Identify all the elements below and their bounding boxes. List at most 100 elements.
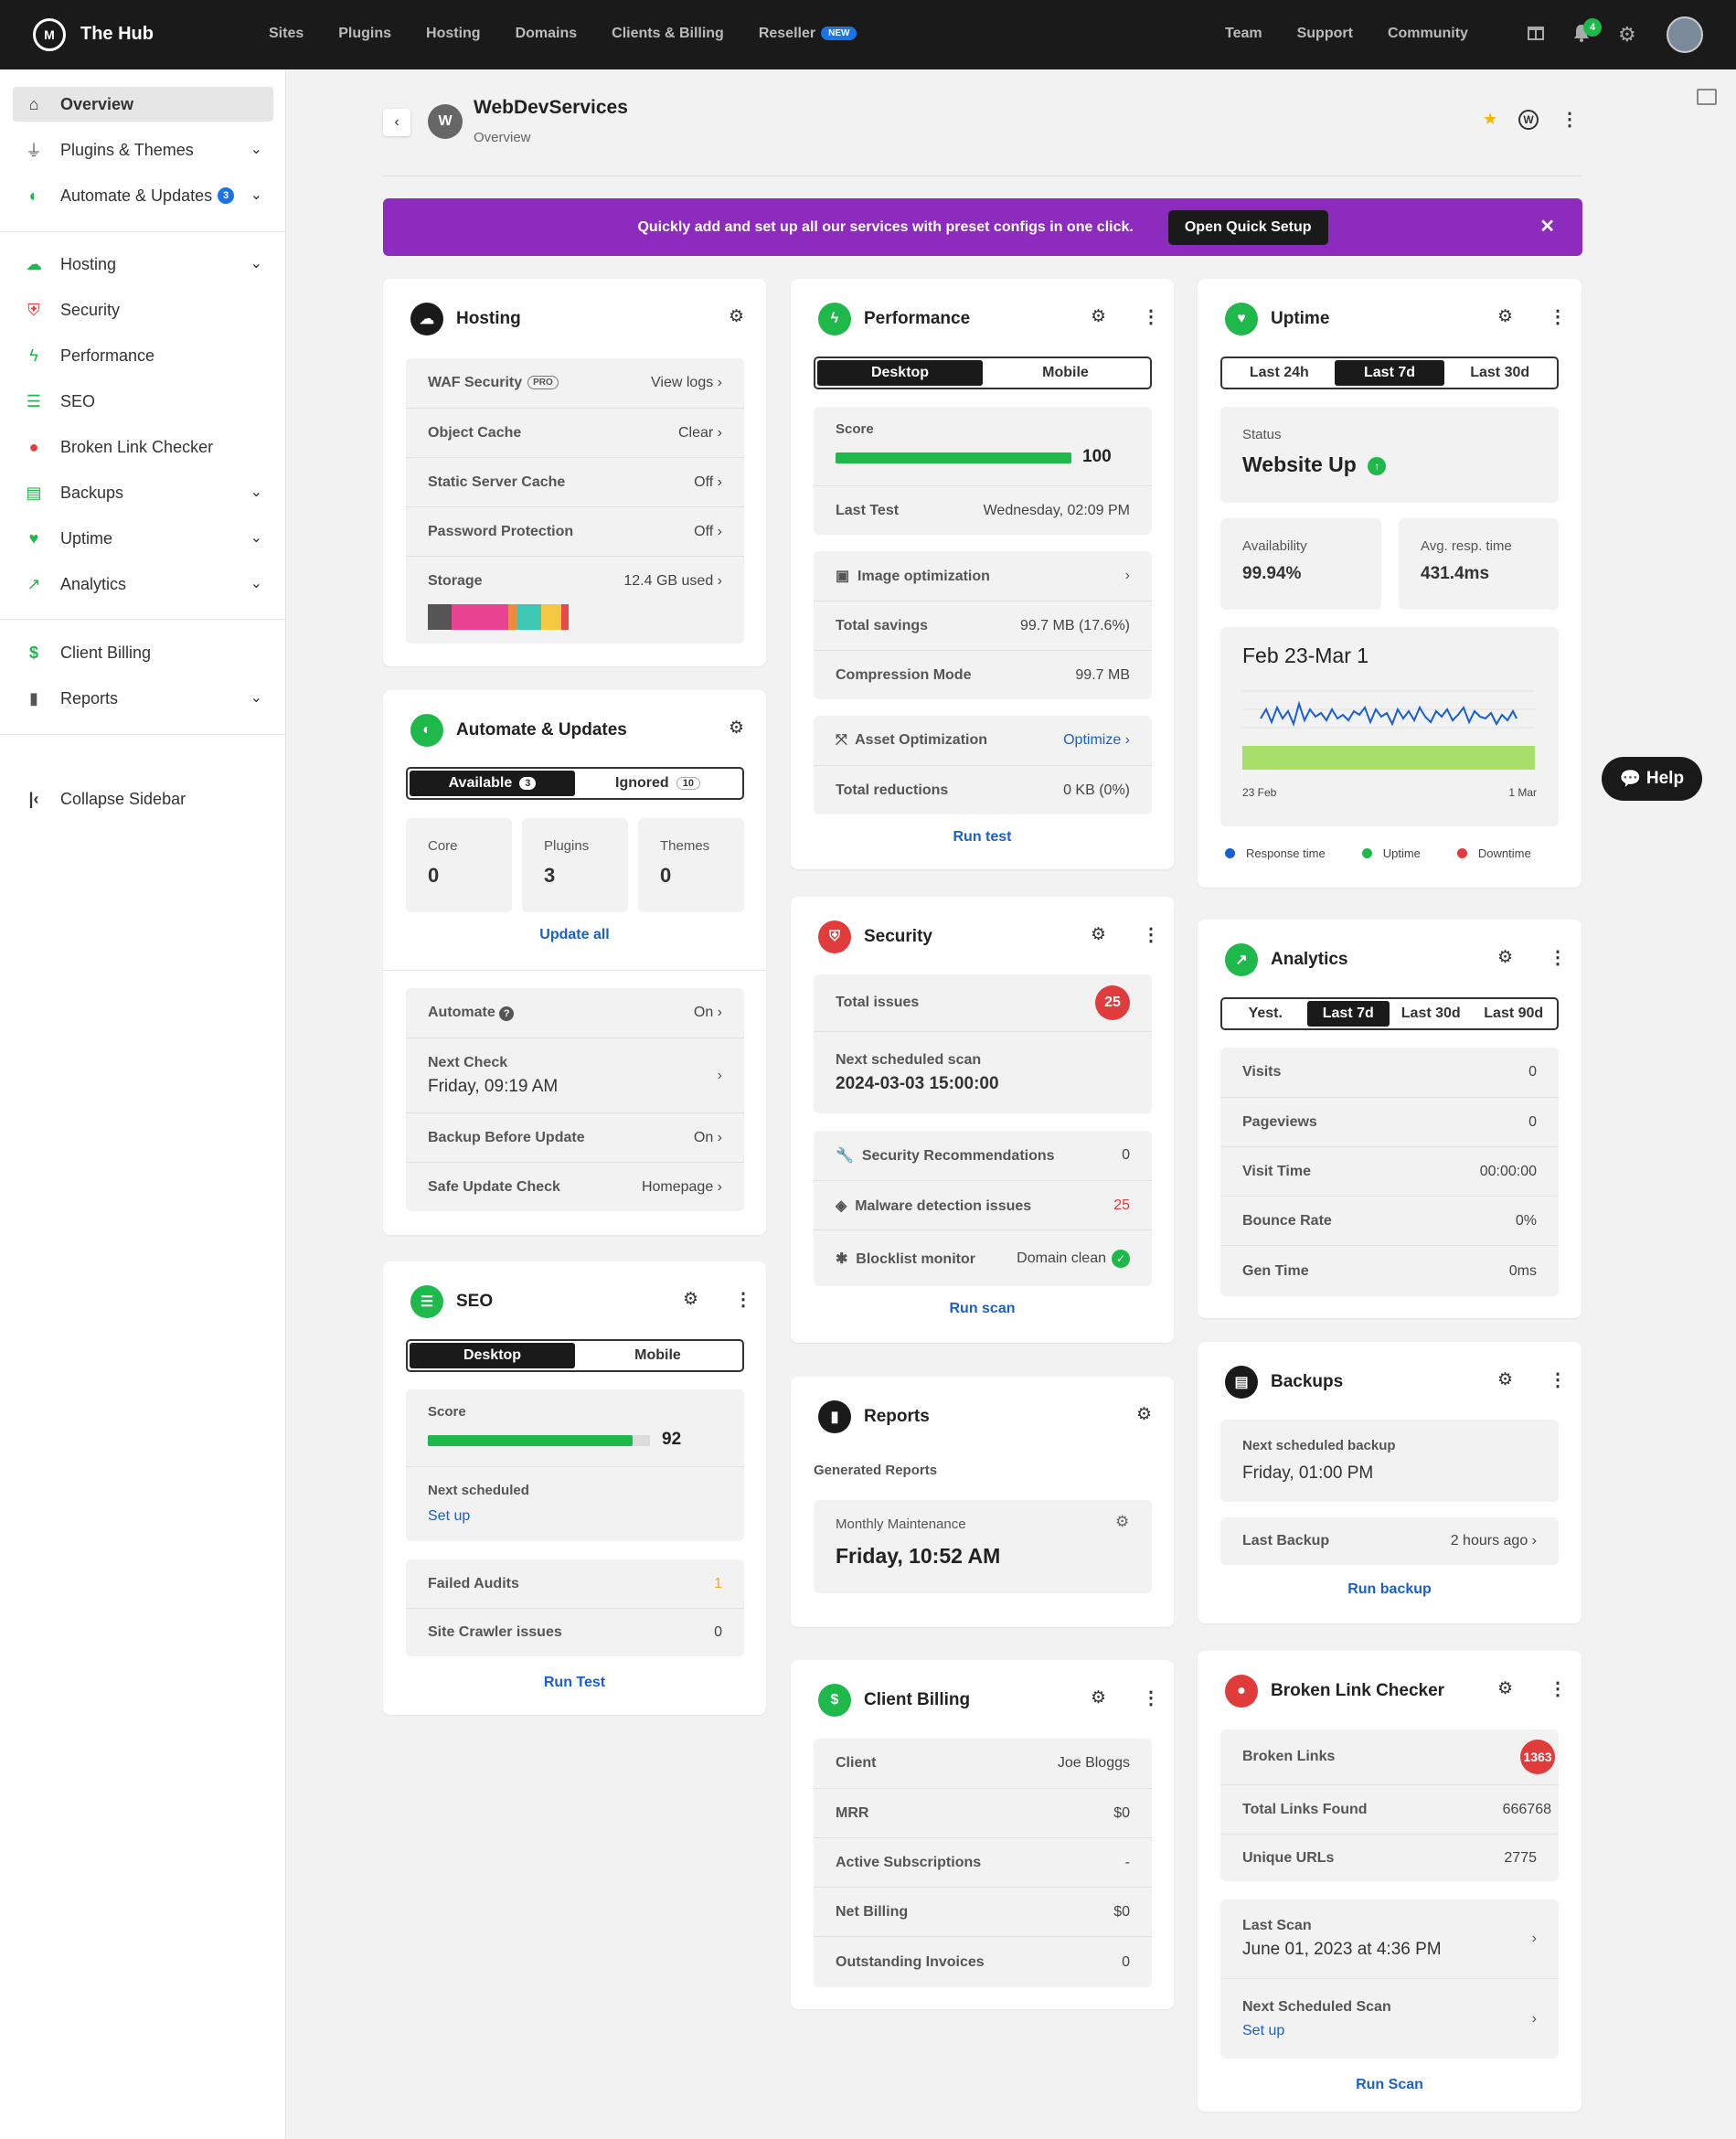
tab-desktop[interactable]: Desktop [410, 1343, 575, 1368]
sidebar-item-plugins-themes[interactable]: ⏚ Plugins & Themes ⌄ [13, 133, 273, 167]
run-test-button[interactable]: Run test [791, 829, 1174, 846]
optimize-link[interactable]: Optimize [1063, 732, 1121, 748]
last-scan-row[interactable]: Last Scan June 01, 2023 at 4:36 PM › [1220, 1900, 1559, 1978]
gear-icon[interactable]: ⚙ [1091, 306, 1106, 327]
close-icon[interactable]: ✕ [1539, 215, 1555, 238]
gear-icon[interactable]: ⚙ [729, 306, 744, 327]
nav-team[interactable]: Team [1225, 26, 1262, 42]
tab-last-7d[interactable]: Last 7d [1306, 1001, 1390, 1027]
nav-support[interactable]: Support [1297, 26, 1353, 42]
gear-icon[interactable]: ⚙ [1091, 1687, 1106, 1708]
more-options-icon[interactable]: ⋮ [1549, 949, 1567, 967]
logo-icon[interactable]: M [33, 18, 66, 51]
static-cache-row[interactable]: Static Server Cache Off › [406, 457, 744, 506]
tab-mobile[interactable]: Mobile [983, 360, 1148, 386]
panel-toggle-icon[interactable] [1697, 89, 1717, 105]
run-scan-button[interactable]: Run scan [791, 1301, 1174, 1317]
run-scan-button[interactable]: Run Scan [1198, 2077, 1582, 2093]
malware-detection-row[interactable]: ◈ Malware detection issues 25 [814, 1180, 1152, 1229]
collapse-sidebar-button[interactable]: |‹ Collapse Sidebar [13, 782, 273, 816]
tab-desktop[interactable]: Desktop [817, 360, 983, 386]
brand-name[interactable]: The Hub [80, 24, 154, 45]
help-button[interactable]: 💬 Help [1602, 757, 1702, 801]
open-quick-setup-button[interactable]: Open Quick Setup [1167, 209, 1328, 245]
tab-last-24h[interactable]: Last 24h [1224, 360, 1335, 386]
sidebar-item-overview[interactable]: ⌂ Overview [13, 87, 273, 122]
sidebar-item-client-billing[interactable]: $ Client Billing [13, 635, 273, 670]
gear-icon[interactable]: ⚙ [1497, 947, 1513, 968]
tab-yesterday[interactable]: Yest. [1224, 1001, 1307, 1027]
nav-clients-billing[interactable]: Clients & Billing [612, 26, 724, 42]
more-options-icon[interactable]: ⋮ [1142, 308, 1160, 326]
settings-gear-icon[interactable]: ⚙ [1618, 23, 1636, 47]
tab-mobile[interactable]: Mobile [575, 1343, 740, 1368]
tab-last-30d[interactable]: Last 30d [1390, 1001, 1473, 1027]
nav-sites[interactable]: Sites [269, 26, 304, 42]
nav-community[interactable]: Community [1388, 26, 1468, 42]
star-icon[interactable]: ★ [1483, 110, 1497, 129]
plugins-updates-tile[interactable]: Plugins 3 [522, 818, 628, 912]
gear-icon[interactable]: ⚙ [1091, 924, 1106, 945]
sidebar-item-uptime[interactable]: ♥ Uptime ⌄ [13, 521, 273, 556]
tab-last-90d[interactable]: Last 90d [1473, 1001, 1556, 1027]
gear-icon[interactable]: ⚙ [1497, 1678, 1513, 1699]
sidebar-item-security[interactable]: ⛨ Security [13, 293, 273, 327]
object-cache-row[interactable]: Object Cache Clear › [406, 408, 744, 457]
automate-row[interactable]: Automate ? On › [406, 988, 744, 1038]
blocklist-monitor-row[interactable]: ✱ Blocklist monitor Domain clean ✓ [814, 1229, 1152, 1286]
sidebar-item-automate-updates[interactable]: ◐ Automate & Updates 3 ⌄ [13, 178, 273, 213]
password-protection-row[interactable]: Password Protection Off › [406, 506, 744, 556]
gift-icon[interactable] [1527, 23, 1545, 47]
back-button[interactable]: ‹ [383, 109, 410, 136]
gear-icon[interactable]: ⚙ [1136, 1404, 1152, 1425]
run-test-button[interactable]: Run Test [383, 1675, 766, 1691]
security-recommendations-row[interactable]: 🔧 Security Recommendations 0 [814, 1131, 1152, 1180]
nav-plugins[interactable]: Plugins [338, 26, 391, 42]
run-backup-button[interactable]: Run backup [1198, 1581, 1582, 1598]
more-options-icon[interactable]: ⋮ [1142, 1689, 1160, 1708]
more-options-icon[interactable]: ⋮ [1142, 926, 1160, 944]
sidebar-item-hosting[interactable]: ☁ Hosting ⌄ [13, 247, 273, 282]
user-avatar[interactable] [1667, 16, 1703, 53]
nav-hosting[interactable]: Hosting [426, 26, 481, 42]
setup-link[interactable]: Set up [428, 1508, 470, 1525]
wordpress-icon[interactable]: W [1518, 110, 1539, 130]
storage-row[interactable]: Storage 12.4 GB used › [406, 556, 744, 644]
monthly-report-box[interactable]: Monthly Maintenance Friday, 10:52 AM ⚙ [814, 1500, 1152, 1593]
more-options-icon[interactable]: ⋮ [1549, 1680, 1567, 1698]
gear-icon[interactable]: ⚙ [729, 718, 744, 739]
update-all-button[interactable]: Update all [383, 927, 766, 943]
core-updates-tile[interactable]: Core 0 [406, 818, 512, 912]
gear-icon[interactable]: ⚙ [683, 1289, 698, 1310]
next-scheduled-scan-row[interactable]: Next Scheduled Scan Set up › [1220, 1978, 1559, 2059]
tab-last-30d[interactable]: Last 30d [1444, 360, 1555, 386]
tab-available[interactable]: Available 3 [410, 771, 575, 796]
image-optimization-row[interactable]: ▣ Image optimization › [814, 551, 1152, 601]
waf-security-row[interactable]: WAF Security PRO View logs › [406, 358, 744, 408]
asset-optimization-row[interactable]: ⤧ Asset Optimization Optimize › [814, 716, 1152, 765]
more-options-icon[interactable]: ⋮ [1560, 111, 1579, 129]
sidebar-item-broken-link-checker[interactable]: ● Broken Link Checker [13, 430, 273, 464]
gear-icon[interactable]: ⚙ [1497, 306, 1513, 327]
failed-audits-row[interactable]: Failed Audits 1 [406, 1559, 744, 1608]
gear-icon[interactable]: ⚙ [1115, 1513, 1129, 1531]
sidebar-item-seo[interactable]: ☰ SEO [13, 384, 273, 419]
setup-link[interactable]: Set up [1242, 2023, 1391, 2039]
site-crawler-row[interactable]: Site Crawler issues 0 [406, 1608, 744, 1656]
more-options-icon[interactable]: ⋮ [734, 1291, 752, 1309]
more-options-icon[interactable]: ⋮ [1549, 1371, 1567, 1389]
nav-reseller[interactable]: Reseller NEW [759, 26, 857, 42]
safe-update-check-row[interactable]: Safe Update Check Homepage › [406, 1162, 744, 1211]
sidebar-item-performance[interactable]: ϟ Performance [13, 338, 273, 373]
help-icon[interactable]: ? [499, 1006, 515, 1021]
sidebar-item-backups[interactable]: ▤ Backups ⌄ [13, 475, 273, 510]
more-options-icon[interactable]: ⋮ [1549, 308, 1567, 326]
tab-ignored[interactable]: Ignored 10 [575, 771, 740, 796]
last-backup-row[interactable]: Last Backup 2 hours ago › [1220, 1517, 1559, 1565]
themes-updates-tile[interactable]: Themes 0 [638, 818, 744, 912]
tab-last-7d[interactable]: Last 7d [1334, 360, 1445, 386]
gear-icon[interactable]: ⚙ [1497, 1369, 1513, 1390]
sidebar-item-reports[interactable]: ▮ Reports ⌄ [13, 681, 273, 716]
backup-before-update-row[interactable]: Backup Before Update On › [406, 1112, 744, 1162]
sidebar-item-analytics[interactable]: ↗ Analytics ⌄ [13, 567, 273, 601]
